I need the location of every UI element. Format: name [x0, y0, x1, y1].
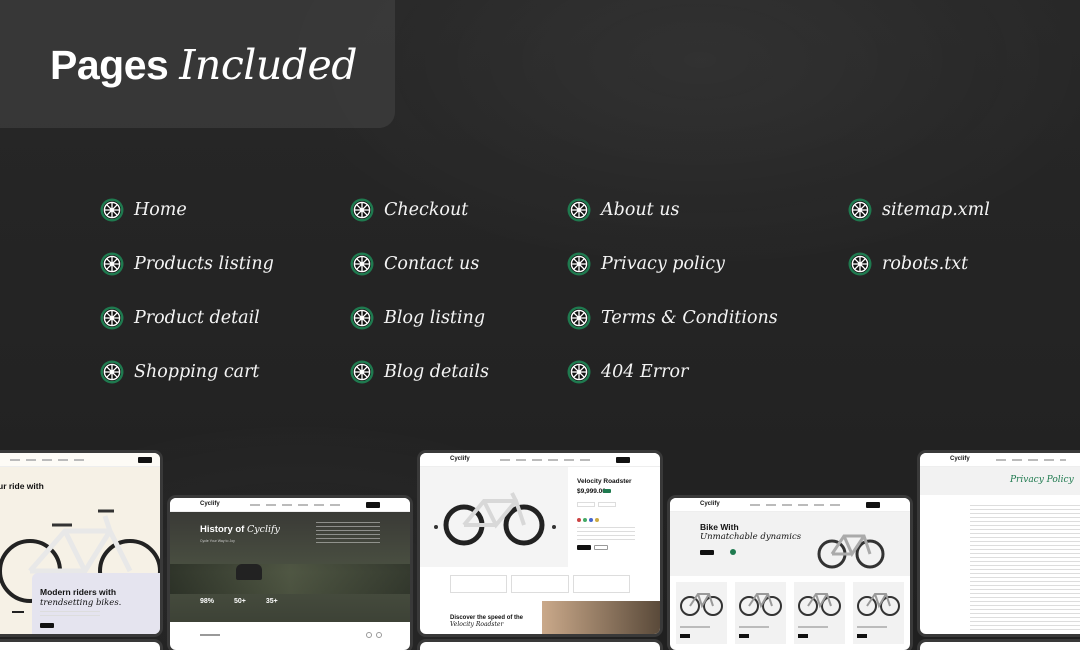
page-list-label: Privacy policy — [601, 254, 725, 274]
product-card — [794, 582, 845, 644]
page-list-item: Contact us — [350, 251, 479, 277]
about-sub: Cycle Your Way to Joy — [200, 539, 235, 543]
banner-line-1: Modern riders with — [40, 587, 117, 597]
page-list-item: About us — [567, 197, 680, 223]
bicycle-wheel-icon — [567, 198, 591, 222]
page-title: Pages Included — [50, 41, 358, 89]
about-stats: 98% 50+ 35+ — [200, 598, 278, 605]
page-list-item: 404 Error — [567, 359, 688, 385]
page-list-item: Privacy policy — [567, 251, 725, 277]
product-bottom-heading: Discover the speed of the Velocity Roads… — [450, 615, 524, 628]
listing-heading: Bike With Unmatchable dynamics — [700, 522, 802, 542]
bicycle-image — [434, 492, 556, 546]
page-list-label: Contact us — [384, 254, 480, 274]
page-list-label: robots.txt — [882, 254, 969, 274]
bicycle-wheel-icon — [848, 198, 872, 222]
about-heading: History of Cyclify — [200, 524, 280, 535]
bicycle-wheel-icon — [350, 252, 374, 276]
bicycle-wheel-icon — [350, 360, 374, 384]
about-stat: 98% — [200, 598, 215, 605]
bicycle-wheel-icon — [100, 306, 124, 330]
page-list-item: Home — [100, 197, 187, 223]
listing-cards — [676, 582, 904, 644]
about-stat: 35+ — [265, 598, 278, 605]
page-list-item: Terms & Conditions — [567, 305, 778, 331]
page-list-label: 404 Error — [601, 362, 689, 382]
product-preview: Cyclify Velocity Roadster $9,999.00 Disc… — [420, 453, 660, 634]
privacy-preview: Cyclify Privacy Policy — [920, 453, 1080, 634]
home-hero-text: ur ride with — [0, 481, 44, 491]
title-panel: Pages Included — [0, 0, 395, 128]
product-price: $9,999.00 — [577, 488, 606, 495]
home-preview: ur ride with Modern riders with trendset… — [0, 453, 160, 634]
page-list-item: Checkout — [350, 197, 468, 223]
about-preview: Cyclify History of Cyclify Cycle Your Wa… — [170, 498, 410, 650]
product-card — [735, 582, 786, 644]
bicycle-wheel-icon — [350, 306, 374, 330]
page-list-item: Blog details — [350, 359, 489, 385]
page-list-label: Product detail — [134, 308, 260, 328]
page-list-label: Shopping cart — [134, 362, 260, 382]
page-list-item: Product detail — [100, 305, 260, 331]
bicycle-wheel-icon — [567, 360, 591, 384]
page-list-item: Blog listing — [350, 305, 485, 331]
home-banner: Modern riders with trendsetting bikes. — [32, 573, 160, 634]
privacy-heading: Privacy Policy — [1010, 475, 1074, 485]
page-list-label: About us — [601, 200, 680, 220]
product-image-box — [420, 467, 568, 567]
page-list-item: robots.txt — [848, 251, 968, 277]
bicycle-image — [817, 534, 885, 569]
page-list-label: Home — [134, 200, 187, 220]
listing-hero: Bike With Unmatchable dynamics — [670, 512, 910, 576]
page-list-label: Checkout — [384, 200, 469, 220]
bicycle-wheel-icon — [100, 360, 124, 384]
page-list-item: Products listing — [100, 251, 274, 277]
bicycle-wheel-icon — [848, 252, 872, 276]
bicycle-wheel-icon — [567, 252, 591, 276]
product-card — [853, 582, 904, 644]
product-card — [676, 582, 727, 644]
listing-preview: Cyclify Bike With Unmatchable dynamics — [670, 498, 910, 650]
page-list-label: Terms & Conditions — [601, 308, 778, 328]
page-list-label: Blog listing — [384, 308, 486, 328]
bicycle-wheel-icon — [100, 198, 124, 222]
page-list-label: Products listing — [134, 254, 274, 274]
about-hero: History of Cyclify Cycle Your Way to Joy… — [170, 512, 410, 622]
page-list-label: Blog details — [384, 362, 489, 382]
bicycle-wheel-icon — [100, 252, 124, 276]
bicycle-wheel-icon — [567, 306, 591, 330]
page-list-item: Shopping cart — [100, 359, 259, 385]
bicycle-wheel-icon — [350, 198, 374, 222]
page-list-label: sitemap.xml — [882, 200, 990, 220]
about-stat: 50+ — [234, 598, 246, 605]
banner-line-2: trendsetting bikes. — [40, 598, 122, 608]
page-list-item: sitemap.xml — [848, 197, 990, 223]
product-name: Velocity Roadster — [577, 478, 632, 485]
